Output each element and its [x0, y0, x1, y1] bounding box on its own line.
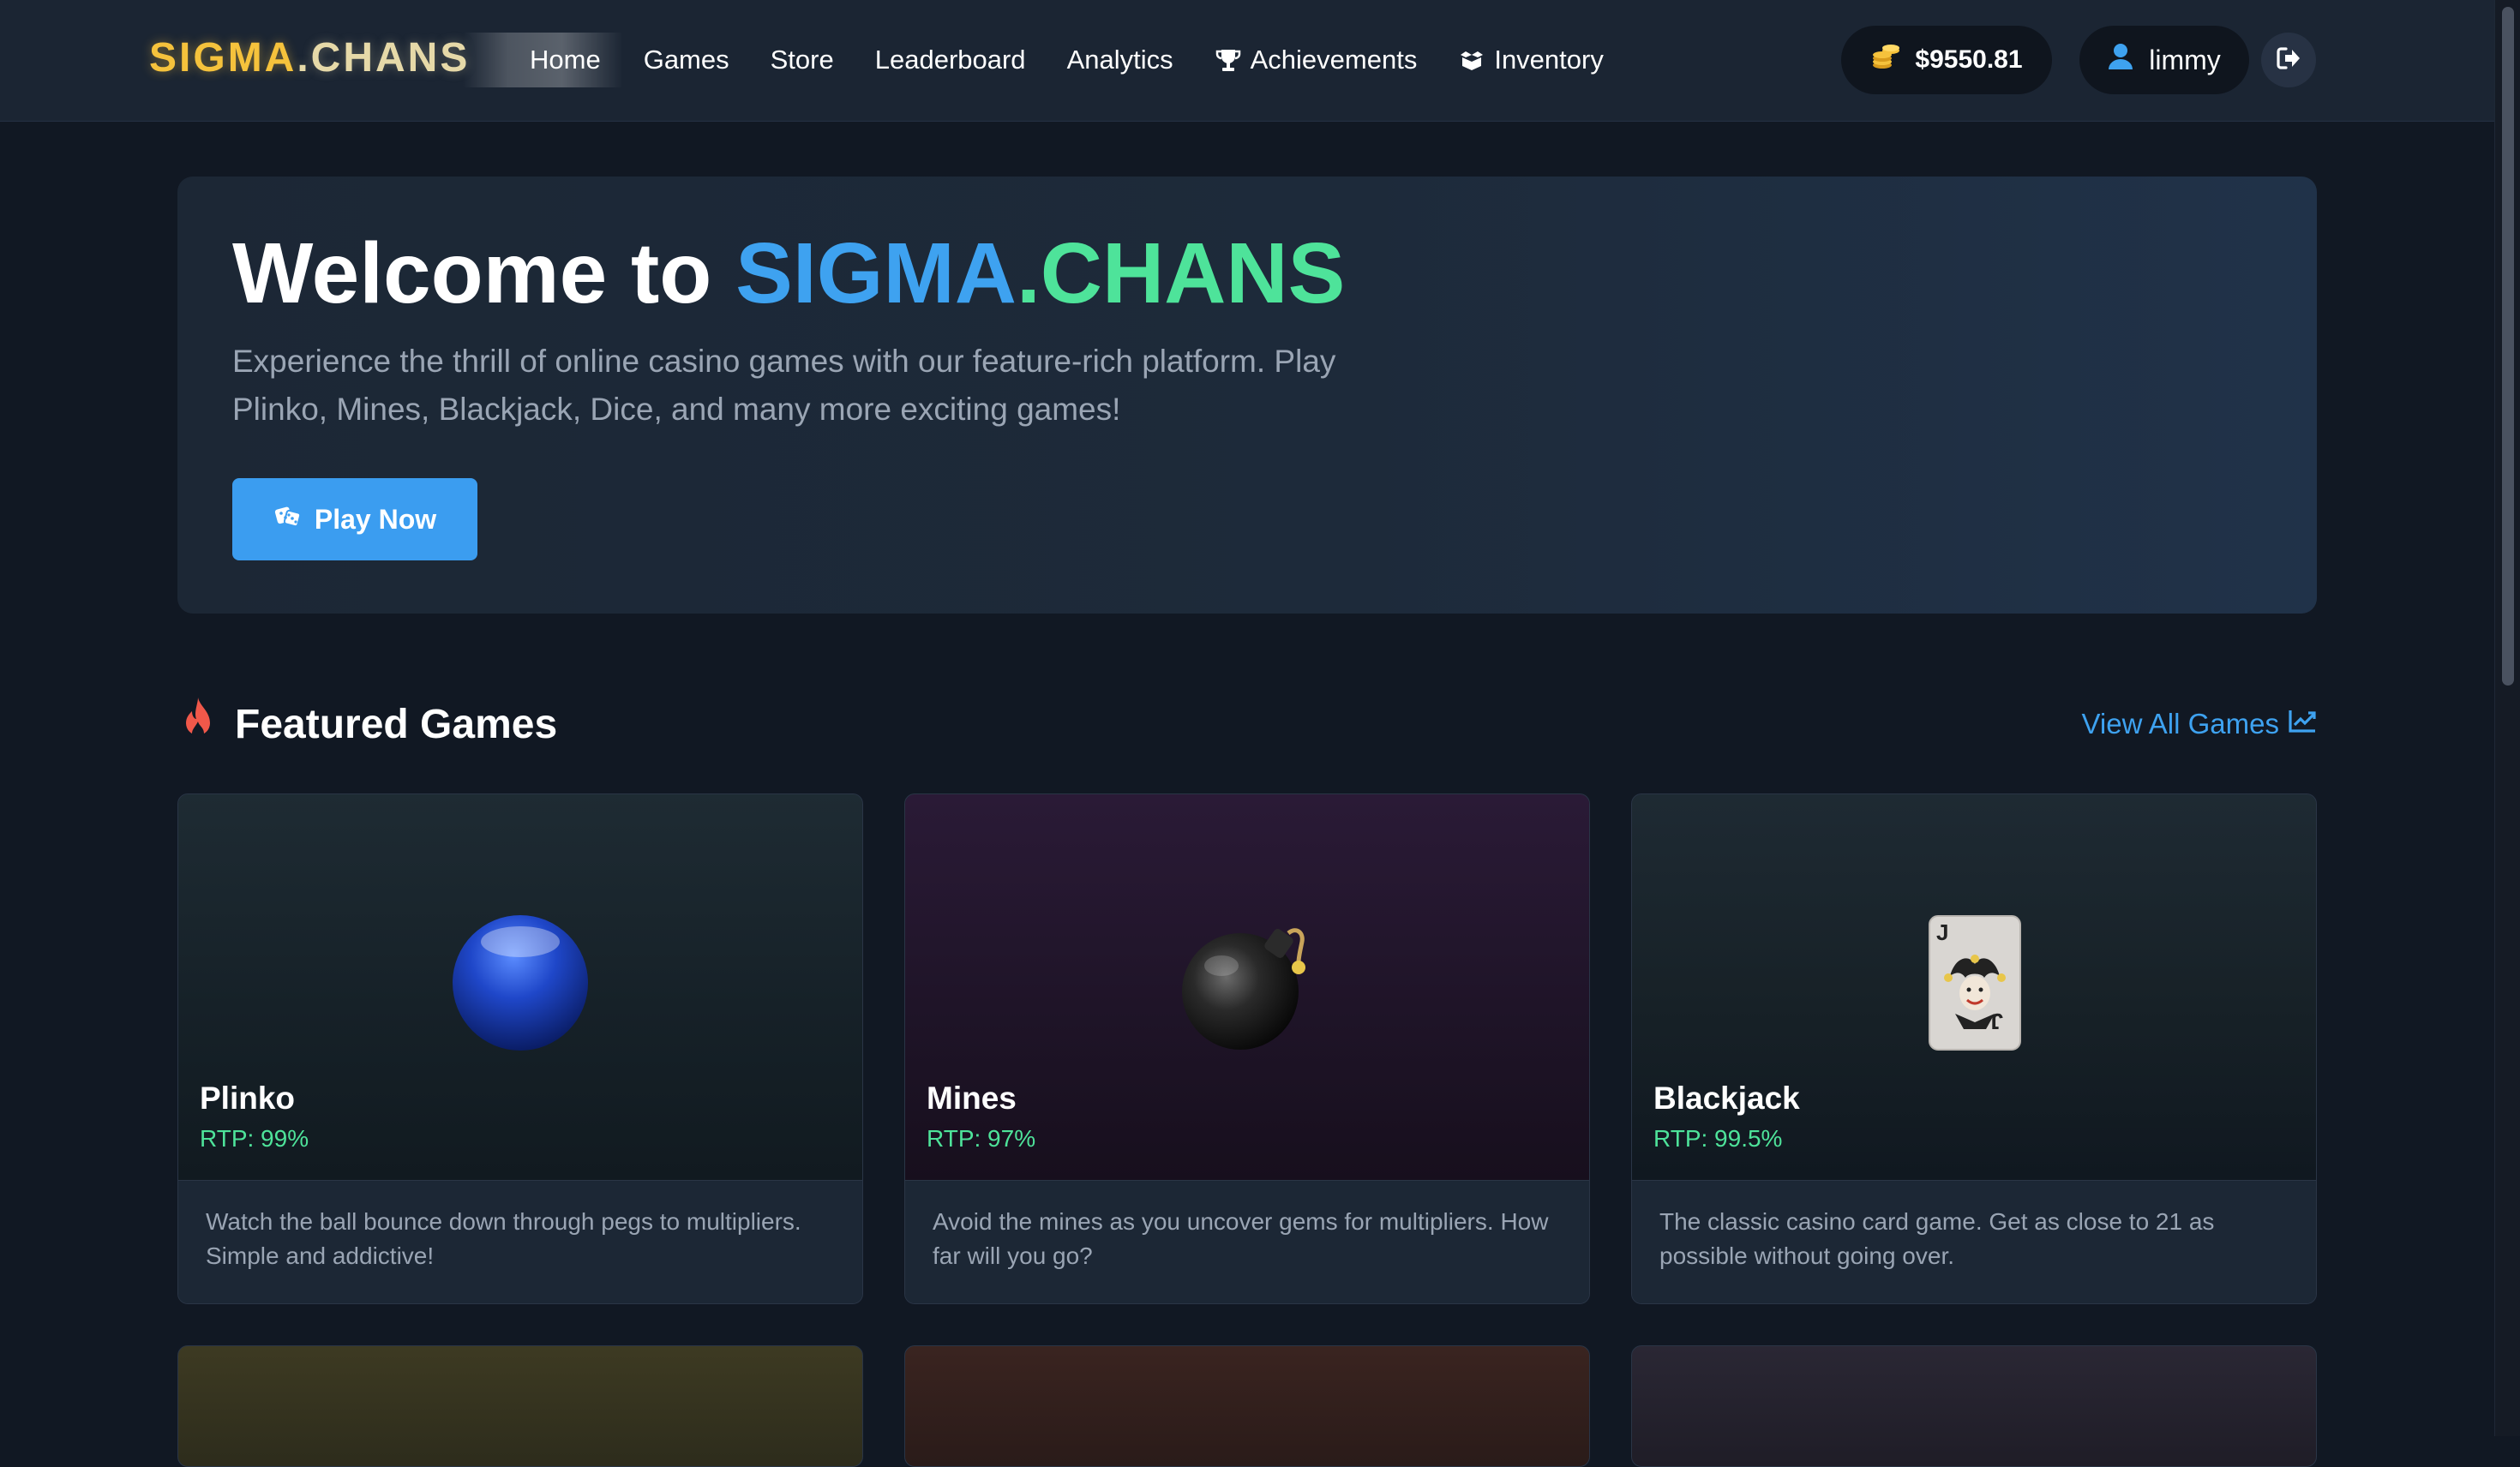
logout-icon	[2276, 45, 2301, 75]
card-body: Watch the ball bounce down through pegs …	[178, 1180, 862, 1303]
nav-link-label: Achievements	[1250, 45, 1418, 75]
nav-link-games[interactable]: Games	[623, 33, 750, 87]
logo-text-suffix: .CHANS	[297, 35, 471, 81]
game-card-plinko[interactable]: Plinko RTP: 99% Watch the ball bounce do…	[177, 793, 863, 1304]
fire-icon	[180, 696, 216, 752]
top-navbar: SIGMA.CHANS Home Games Store Leaderboard…	[0, 0, 2494, 122]
hero-title-prefix: Welcome to	[232, 225, 736, 321]
game-description: Avoid the mines as you uncover gems for …	[933, 1208, 1549, 1269]
hero-title-brand-suffix: .CHANS	[1016, 225, 1346, 321]
logout-button[interactable]	[2261, 33, 2316, 87]
logo-text-main: SIGMA	[149, 35, 297, 81]
bomb-icon	[1179, 914, 1316, 1051]
game-name: Plinko	[200, 1081, 296, 1116]
game-name: Blackjack	[1653, 1081, 1800, 1116]
nav-link-label: Home	[530, 45, 601, 75]
game-rtp: RTP: 97%	[927, 1125, 1036, 1152]
nav-link-store[interactable]: Store	[750, 33, 855, 87]
username: limmy	[2149, 44, 2221, 75]
nav-link-home[interactable]: Home	[463, 33, 623, 87]
hero-banner: Welcome to SIGMA.CHANS Experience the th…	[177, 177, 2317, 614]
box-icon	[1458, 46, 1485, 74]
svg-text:J: J	[1991, 1009, 2003, 1034]
nav-link-label: Leaderboard	[874, 45, 1026, 75]
coins-icon	[1870, 41, 1901, 79]
nav-links: Home Games Store Leaderboard Analytics A…	[463, 33, 1624, 87]
game-card-blackjack[interactable]: J J Blackjack RTP: 99.5% The classic cas…	[1631, 793, 2317, 1304]
blue-ball-icon	[452, 914, 589, 1051]
scrollbar-thumb[interactable]	[2502, 7, 2514, 686]
card-header: J J Blackjack RTP: 99.5%	[1632, 794, 2316, 1180]
balance-display[interactable]: $9550.81	[1841, 26, 2052, 94]
page-scrollbar[interactable]	[2494, 0, 2520, 1436]
game-card-row2-2[interactable]	[904, 1345, 1590, 1467]
hero-title-brand: SIGMA	[735, 225, 1017, 321]
trophy-icon	[1215, 46, 1242, 74]
view-all-label: View All Games	[2081, 708, 2279, 739]
nav-link-label: Games	[643, 45, 729, 75]
game-card-row2-3[interactable]	[1631, 1345, 2317, 1467]
game-card-mines[interactable]: Mines RTP: 97% Avoid the mines as you un…	[904, 793, 1590, 1304]
game-name: Mines	[927, 1081, 1017, 1116]
hero-description: Experience the thrill of online casino g…	[232, 344, 1336, 427]
nav-link-inventory[interactable]: Inventory	[1437, 33, 1624, 87]
nav-link-analytics[interactable]: Analytics	[1047, 33, 1194, 87]
user-icon	[2108, 43, 2133, 77]
nav-link-leaderboard[interactable]: Leaderboard	[855, 33, 1047, 87]
nav-link-label: Store	[770, 45, 834, 75]
card-body: The classic casino card game. Get as clo…	[1632, 1180, 2316, 1303]
nav-link-achievements[interactable]: Achievements	[1194, 33, 1438, 87]
game-description: Watch the ball bounce down through pegs …	[206, 1208, 801, 1269]
view-all-games-link[interactable]: View All Games	[2082, 704, 2317, 744]
nav-link-label: Inventory	[1494, 45, 1604, 75]
card-header: Plinko RTP: 99%	[178, 794, 862, 1180]
game-rtp: RTP: 99%	[200, 1125, 309, 1152]
play-now-button[interactable]: Play Now	[232, 478, 477, 560]
play-now-label: Play Now	[314, 503, 437, 535]
joker-card-icon: J J	[1905, 914, 2043, 1051]
site-logo[interactable]: SIGMA.CHANS	[149, 33, 470, 84]
chart-line-icon	[2288, 708, 2317, 740]
game-description: The classic casino card game. Get as clo…	[1659, 1208, 2215, 1269]
featured-games-title: Featured Games	[235, 701, 558, 747]
game-rtp: RTP: 99.5%	[1653, 1125, 1783, 1152]
dice-icon	[273, 501, 303, 537]
featured-games-heading: Featured Games	[180, 694, 557, 754]
nav-link-label: Analytics	[1066, 45, 1173, 75]
game-card-row2-1[interactable]	[177, 1345, 863, 1467]
card-body: Avoid the mines as you uncover gems for …	[905, 1180, 1589, 1303]
card-header: Mines RTP: 97%	[905, 794, 1589, 1180]
balance-amount: $9550.81	[1915, 45, 2023, 74]
hero-title: Welcome to SIGMA.CHANS	[232, 218, 1345, 329]
svg-text:J: J	[1936, 919, 1948, 945]
user-menu[interactable]: limmy	[2079, 26, 2249, 94]
